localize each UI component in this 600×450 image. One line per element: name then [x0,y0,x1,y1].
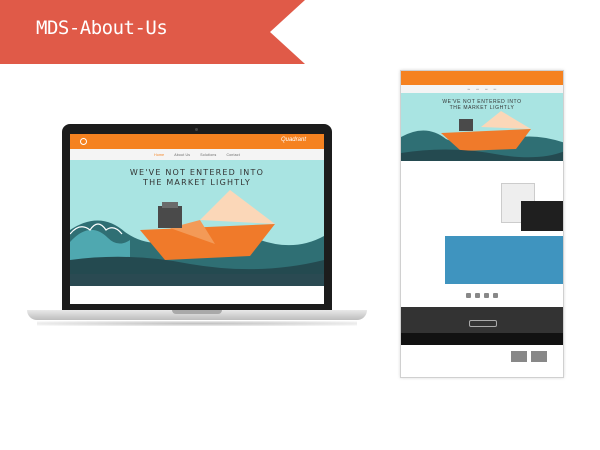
laptop-notch [172,310,222,314]
brand-logo: Quadrant [281,137,306,143]
challenge-banner [445,236,563,284]
page-nav-item[interactable]: ▪▪▪ [494,88,497,91]
nav-item-contact[interactable]: Contact [226,153,239,157]
full-page-mockup: ▪▪▪ ▪▪▪ ▪▪▪ ▪▪▪ WE'VE NOT ENTERED INTO T… [400,70,564,378]
page-nav-item[interactable]: ▪▪▪ [468,88,471,91]
page-title: MDS-About-Us [36,17,168,39]
footer-thumbnail[interactable] [531,351,547,362]
printer-icon [158,206,182,228]
page-hero: WE'VE NOT ENTERED INTO THE MARKET LIGHTL… [401,93,563,161]
hero-illustration [70,190,324,274]
page-nav-item[interactable]: ▪▪▪ [485,88,488,91]
laptop-shadow [37,321,357,326]
page-header [401,71,563,85]
page-nav: ▪▪▪ ▪▪▪ ▪▪▪ ▪▪▪ [401,85,563,93]
laptop-screen: Quadrant Home About Us Solutions Contact… [70,134,324,304]
camera-icon [195,128,198,131]
product-panel [521,201,563,231]
blog-band [401,333,563,345]
site-nav: Home About Us Solutions Contact [70,149,324,160]
pagination-dot[interactable] [484,293,489,298]
laptop-lid: Quadrant Home About Us Solutions Contact… [62,124,332,310]
pagination-dot[interactable] [475,293,480,298]
page-section-products [401,161,563,236]
info-band [70,274,324,286]
about-section [70,286,324,304]
pagination [401,293,563,298]
hero-banner: WE'VE NOT ENTERED INTO THE MARKET LIGHTL… [70,160,324,274]
pagination-dot[interactable] [493,293,498,298]
nav-item-about[interactable]: About Us [174,153,190,157]
contact-band [401,307,563,333]
nav-item-home[interactable]: Home [154,153,164,157]
page-hero-illustration [401,111,563,161]
brand-label: Quadrant [280,137,306,143]
footer-thumbnail[interactable] [511,351,527,362]
title-ribbon: MDS-About-Us [0,0,305,64]
page-nav-item[interactable]: ▪▪▪ [476,88,479,91]
site-header: Quadrant [70,134,324,149]
logo-icon [80,138,87,145]
contact-button[interactable] [469,320,497,327]
page-section-challenge [401,236,563,284]
laptop-mockup: Quadrant Home About Us Solutions Contact… [27,124,367,326]
page-footer [401,345,563,377]
nav-item-solutions[interactable]: Solutions [200,153,216,157]
pagination-dot[interactable] [466,293,471,298]
